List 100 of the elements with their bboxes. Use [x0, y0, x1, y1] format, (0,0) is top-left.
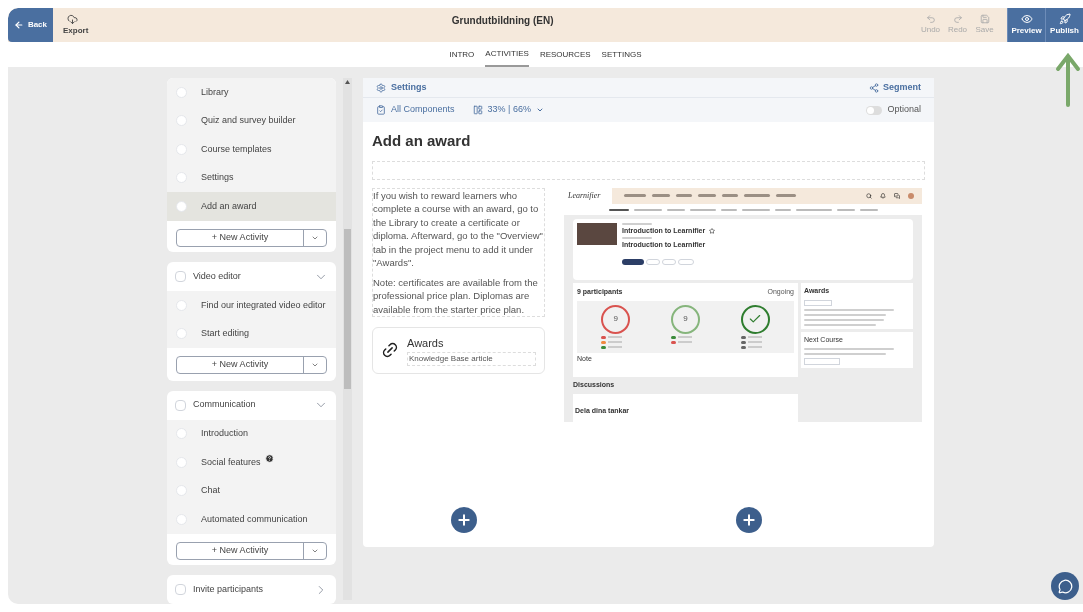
window-title: Grundutbildning (EN) [450, 14, 555, 28]
avatar [908, 192, 914, 199]
chat-button[interactable] [1051, 572, 1079, 600]
eye-icon [1020, 13, 1033, 25]
clipboard-icon [376, 105, 386, 115]
nav-tab[interactable]: ACTIVITIES [485, 42, 529, 67]
link-card[interactable]: Awards Knowledge Base article [372, 327, 545, 374]
up-arrow-drawing [1055, 51, 1081, 107]
activity-item[interactable]: Find our integrated video editor [167, 291, 336, 320]
help-icon[interactable] [264, 453, 274, 463]
back-arrow-icon [14, 19, 24, 31]
bell-icon [880, 192, 886, 199]
text-line [622, 223, 652, 225]
text-block[interactable] [372, 187, 545, 317]
node-marker [175, 271, 186, 283]
activity-item[interactable]: Quiz and survey builder [167, 106, 336, 135]
add-block-button[interactable] [736, 507, 762, 533]
group-header[interactable]: Invite participants [167, 575, 336, 604]
activity-label: Social features [201, 455, 261, 469]
menu-placeholder [624, 194, 647, 198]
node-marker [176, 513, 187, 525]
photo-placeholder [577, 223, 617, 245]
node-marker [176, 115, 187, 127]
layout-icon [472, 105, 483, 115]
text-line [804, 323, 876, 326]
activity-label: Add an award [201, 199, 257, 213]
text-line [622, 237, 652, 239]
activity-item[interactable]: Start editing [167, 319, 336, 349]
node-marker [176, 328, 187, 340]
layout-dropdown[interactable]: 33% | 66% [472, 103, 544, 117]
group-header[interactable]: Communication [167, 390, 336, 420]
activity-item[interactable]: Introduction [167, 419, 336, 449]
new-activity-button[interactable]: + New Activity [176, 356, 327, 375]
nav-tab[interactable]: SETTINGS [601, 42, 642, 67]
new-activity-button[interactable]: + New Activity [176, 228, 327, 247]
node-marker [176, 428, 187, 440]
caret-icon [535, 106, 544, 114]
node-marker [176, 86, 187, 98]
activity-label: Library [201, 85, 229, 99]
menu-placeholder [698, 194, 717, 198]
search-icon [866, 192, 872, 199]
activity-label: Find our integrated video editor [201, 298, 326, 312]
node-marker [176, 299, 187, 311]
activity-label: Chat [201, 484, 220, 498]
nav-tab[interactable]: INTRO [449, 42, 475, 67]
segment-button[interactable]: Segment [869, 80, 921, 95]
link-subtitle: Knowledge Base article [407, 351, 536, 366]
activity-item[interactable]: Social features [167, 448, 336, 477]
activity-label: Start editing [201, 327, 250, 341]
rocket-icon [1058, 13, 1071, 25]
settings-button[interactable]: Settings [376, 80, 427, 95]
activity-item[interactable]: Course templates [167, 135, 336, 164]
branch-icon [869, 82, 879, 93]
menu-placeholder [722, 194, 739, 198]
paragraph: Note: certificates are available from the professional price plan. Diplomas are available from the starter price plan. [373, 275, 539, 316]
activity-item[interactable]: Add an award [167, 192, 336, 221]
components-button[interactable]: All Components [376, 103, 455, 117]
node-marker [176, 200, 187, 212]
optional-toggle[interactable] [866, 105, 883, 115]
ring-value: 9 [613, 313, 619, 325]
chat-icon [894, 192, 900, 199]
publish-button[interactable]: Publish [1045, 8, 1083, 42]
group-header[interactable]: Video editor [167, 262, 336, 292]
back-button[interactable]: Back [8, 8, 53, 42]
new-activity-button[interactable]: + New Activity [176, 541, 327, 560]
activity-item[interactable]: Settings [167, 163, 336, 192]
star-icon [709, 228, 716, 234]
plus-icon [741, 512, 757, 528]
plus-icon [456, 512, 472, 528]
node-marker [176, 485, 187, 497]
group-title: Communication [193, 398, 257, 412]
menu-placeholder [652, 194, 671, 198]
activity-item[interactable]: Chat [167, 476, 336, 506]
menu-placeholder [676, 194, 693, 198]
export-button[interactable]: Export [63, 8, 89, 42]
page-title: Add an award [372, 131, 472, 151]
settings-icon [376, 82, 386, 93]
node-marker [176, 172, 187, 184]
activity-label: Settings [201, 171, 234, 184]
scrollbar[interactable] [343, 78, 352, 600]
redo-icon [952, 14, 963, 24]
activity-label: Automated communication [201, 512, 308, 526]
activity-label: Course templates [201, 142, 272, 156]
preview-button[interactable]: Preview [1007, 8, 1045, 42]
nav-tab[interactable]: RESOURCES [539, 42, 591, 67]
cloud-download-icon [67, 13, 78, 25]
group-title: Invite participants [193, 583, 265, 597]
node-marker [176, 143, 187, 155]
activity-item[interactable]: Library [167, 78, 336, 107]
ring-value: 9 [683, 313, 688, 325]
link-title: Awards [407, 336, 445, 351]
add-block-button[interactable] [451, 507, 477, 533]
node-marker [175, 399, 186, 411]
node-marker [176, 456, 187, 468]
activity-label: Introduction [201, 427, 249, 441]
scrollbar-thumb[interactable] [344, 229, 351, 389]
activity-label: Quiz and survey builder [201, 114, 296, 127]
menu-placeholder [744, 194, 771, 198]
activity-item[interactable]: Automated communication [167, 505, 336, 534]
node-marker [175, 584, 186, 596]
